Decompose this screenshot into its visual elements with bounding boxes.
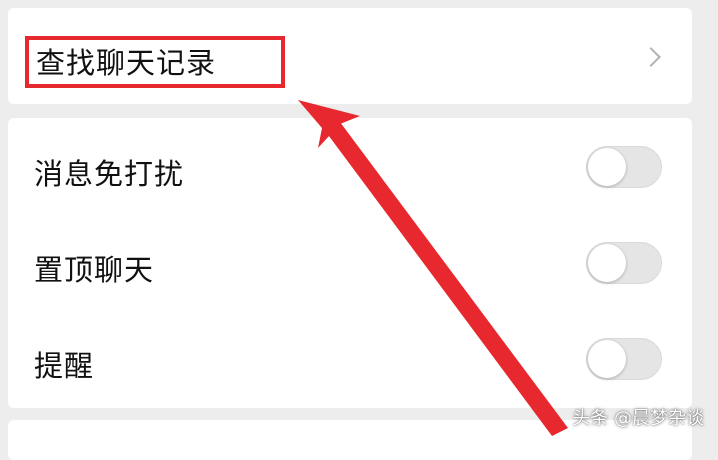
watermark: 头条 @晨梦杂谈 xyxy=(572,408,704,429)
remind-toggle[interactable] xyxy=(586,338,662,380)
setting-row-remind: 提醒 xyxy=(8,310,692,406)
highlight-box xyxy=(25,36,285,88)
toggle-knob xyxy=(588,148,626,186)
toggle-knob xyxy=(588,244,626,282)
setting-row-mute: 消息免打扰 xyxy=(8,118,692,214)
setting-label-remind: 提醒 xyxy=(34,349,95,383)
toggle-knob xyxy=(588,340,626,378)
setting-label-pin: 置顶聊天 xyxy=(34,253,155,287)
setting-label-mute: 消息免打扰 xyxy=(34,157,185,191)
settings-card: 消息免打扰 置顶聊天 提醒 xyxy=(8,118,692,408)
pin-chat-toggle[interactable] xyxy=(586,242,662,284)
setting-row-pin: 置顶聊天 xyxy=(8,214,692,310)
chevron-right-icon xyxy=(641,47,661,67)
chat-settings-page: 查找聊天记录 消息免打扰 置顶聊天 提醒 头条 @晨梦杂谈 xyxy=(0,0,718,460)
mute-toggle[interactable] xyxy=(586,146,662,188)
